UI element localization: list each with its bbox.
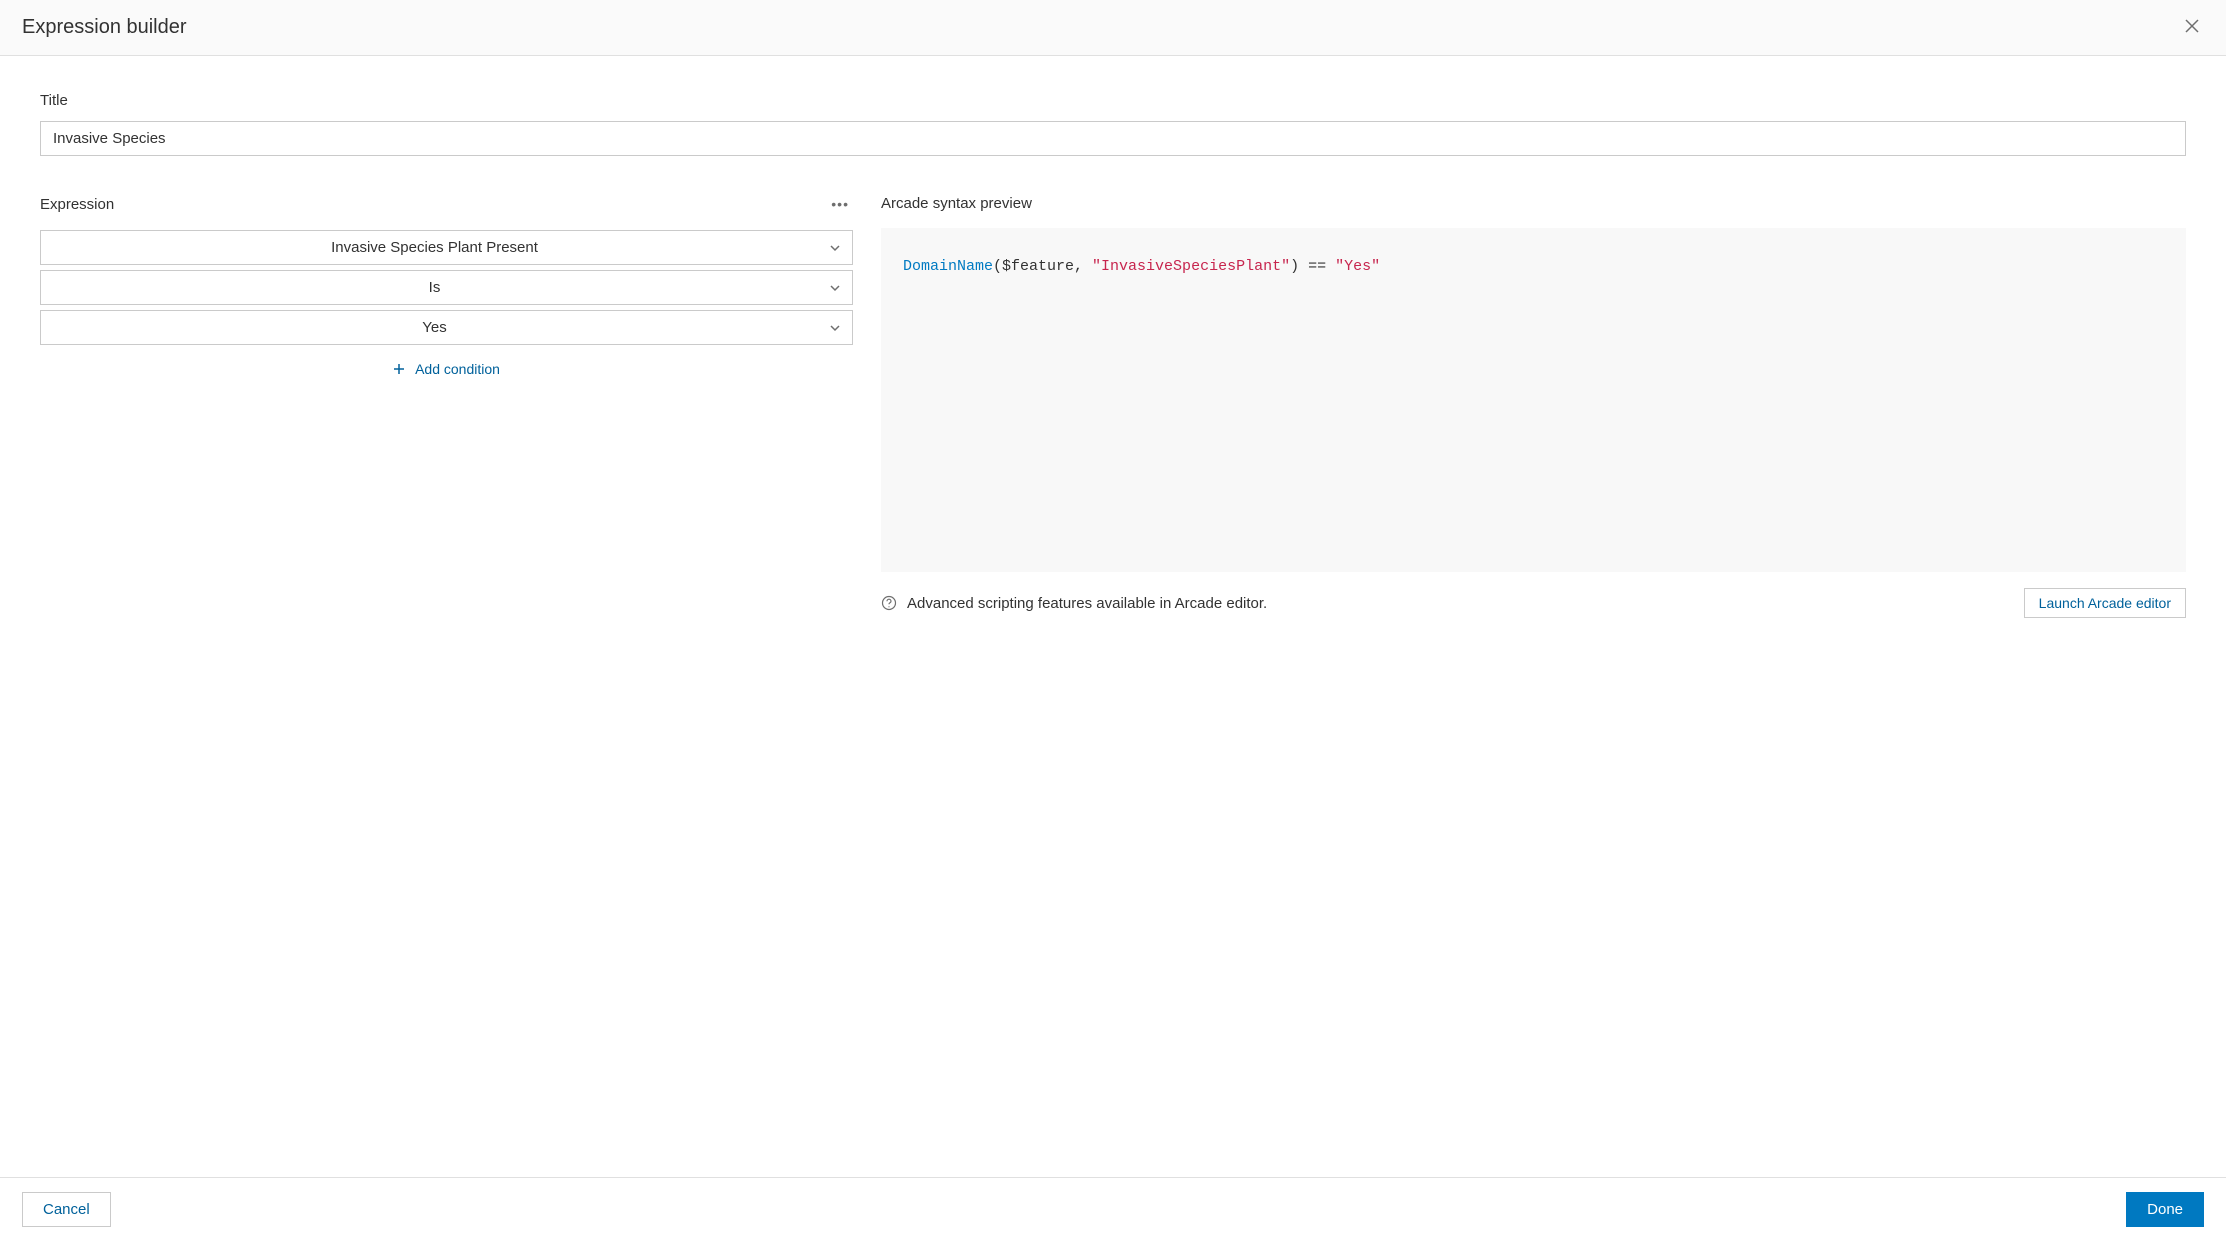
expression-label: Expression [40,196,114,213]
modal-title: Expression builder [22,16,187,39]
expression-builder-modal: Expression builder Title Expression ••• [0,0,2226,1241]
preview-column: Arcade syntax preview DomainName($featur… [881,192,2186,618]
preview-header: Arcade syntax preview [881,192,2186,214]
cancel-label: Cancel [43,1201,90,1218]
condition-stack: Invasive Species Plant Present Is [40,230,853,345]
code-str2: "Yes" [1335,258,1380,275]
help-icon [881,595,897,611]
done-label: Done [2147,1201,2183,1218]
expression-more-button[interactable]: ••• [827,192,853,216]
more-icon: ••• [831,196,849,212]
preview-footer: Advanced scripting features available in… [881,588,2186,618]
code-fn: DomainName [903,258,993,275]
cancel-button[interactable]: Cancel [22,1192,111,1227]
operator-select-value: Is [429,279,441,296]
title-input[interactable] [40,121,2186,156]
columns: Expression ••• Invasive Species Plant Pr… [40,192,2186,618]
title-label: Title [40,92,2186,109]
title-section: Title [40,92,2186,156]
operator-select-wrap: Is [40,270,853,305]
done-button[interactable]: Done [2126,1192,2204,1227]
plus-icon [393,363,405,375]
modal-header: Expression builder [0,0,2226,56]
launch-arcade-editor-label: Launch Arcade editor [2039,595,2171,611]
modal-body: Title Expression ••• Invasive Species Pl… [0,56,2226,1177]
code-open: ($feature, [993,258,1092,275]
expression-column: Expression ••• Invasive Species Plant Pr… [40,192,853,618]
launch-arcade-editor-button[interactable]: Launch Arcade editor [2024,588,2186,618]
preview-hint: Advanced scripting features available in… [881,595,1267,612]
code-str1: "InvasiveSpeciesPlant" [1092,258,1290,275]
field-select[interactable]: Invasive Species Plant Present [40,230,853,265]
value-select[interactable]: Yes [40,310,853,345]
value-select-value: Yes [422,319,446,336]
code-mid: ) == [1290,258,1335,275]
field-select-wrap: Invasive Species Plant Present [40,230,853,265]
value-select-wrap: Yes [40,310,853,345]
field-select-value: Invasive Species Plant Present [331,239,538,256]
close-button[interactable] [2180,14,2204,41]
preview-label: Arcade syntax preview [881,195,1032,212]
add-condition-button[interactable]: Add condition [40,357,853,381]
operator-select[interactable]: Is [40,270,853,305]
expression-header: Expression ••• [40,192,853,216]
preview-hint-text: Advanced scripting features available in… [907,595,1267,612]
close-icon [2184,18,2200,37]
arcade-preview: DomainName($feature, "InvasiveSpeciesPla… [881,228,2186,572]
add-condition-label: Add condition [415,361,500,377]
modal-footer: Cancel Done [0,1177,2226,1241]
